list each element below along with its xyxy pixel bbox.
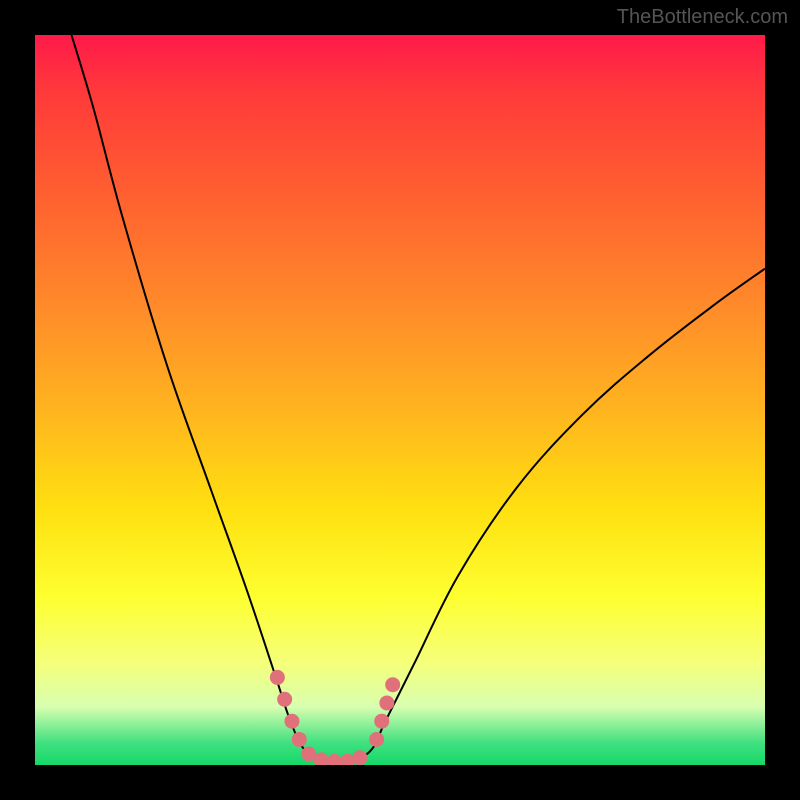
chart-svg bbox=[35, 35, 765, 765]
marker-dot bbox=[385, 677, 400, 692]
marker-dot bbox=[284, 714, 299, 729]
marker-dot bbox=[352, 750, 367, 765]
chart-plot-area bbox=[35, 35, 765, 765]
watermark-text: TheBottleneck.com bbox=[617, 6, 788, 29]
marker-dot bbox=[292, 732, 307, 747]
marker-dot bbox=[327, 754, 342, 765]
curve-markers bbox=[270, 670, 400, 765]
marker-dot bbox=[369, 732, 384, 747]
marker-dot bbox=[277, 692, 292, 707]
marker-dot bbox=[374, 714, 389, 729]
marker-dot bbox=[379, 695, 394, 710]
marker-dot bbox=[270, 670, 285, 685]
bottleneck-curve bbox=[72, 35, 766, 763]
